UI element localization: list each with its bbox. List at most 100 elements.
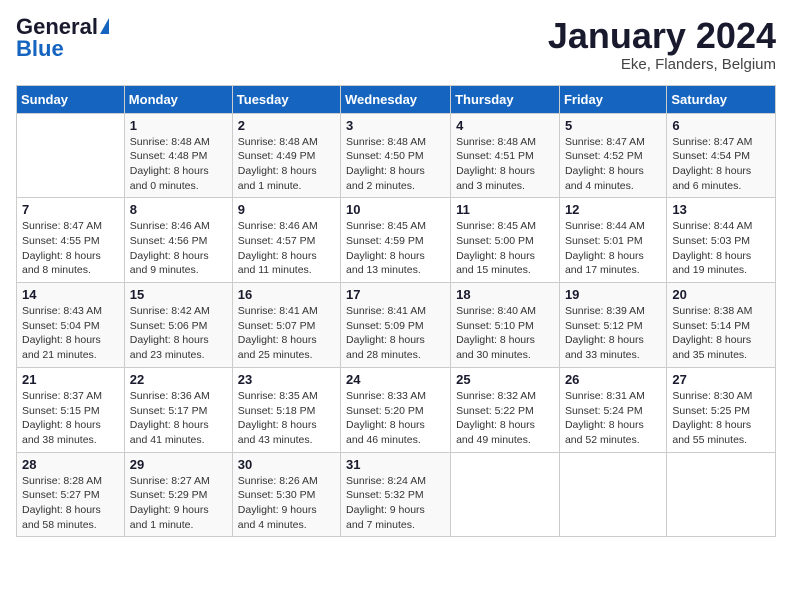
weekday-header-tuesday: Tuesday: [232, 85, 340, 113]
calendar-cell: 20 Sunrise: 8:38 AM Sunset: 5:14 PM Dayli…: [667, 283, 776, 368]
weekday-header-saturday: Saturday: [667, 85, 776, 113]
day-number: 18: [456, 287, 554, 302]
calendar-cell: 22 Sunrise: 8:36 AM Sunset: 5:17 PM Dayli…: [124, 367, 232, 452]
day-number: 13: [672, 202, 770, 217]
calendar-cell: 25 Sunrise: 8:32 AM Sunset: 5:22 PM Dayli…: [451, 367, 560, 452]
day-info: Sunrise: 8:24 AM Sunset: 5:32 PM Dayligh…: [346, 474, 445, 533]
calendar-cell: 24Sunrise: 8:33 AM Sunset: 5:20 PM Dayli…: [341, 367, 451, 452]
logo: General Blue: [16, 16, 109, 61]
day-info: Sunrise: 8:37 AM Sunset: 5:15 PM Dayligh…: [22, 389, 119, 448]
day-info: Sunrise: 8:45 AM Sunset: 4:59 PM Dayligh…: [346, 219, 445, 278]
day-info: Sunrise: 8:43 AM Sunset: 5:04 PM Dayligh…: [22, 304, 119, 363]
day-number: 9: [238, 202, 335, 217]
day-info: Sunrise: 8:35 AM Sunset: 5:18 PM Dayligh…: [238, 389, 335, 448]
logo-general-text: General: [16, 16, 98, 38]
calendar-cell: 13 Sunrise: 8:44 AM Sunset: 5:03 PM Dayli…: [667, 198, 776, 283]
day-number: 20: [672, 287, 770, 302]
calendar-week-row: 14 Sunrise: 8:43 AM Sunset: 5:04 PM Dayli…: [17, 283, 776, 368]
day-info: Sunrise: 8:47 AM Sunset: 4:55 PM Dayligh…: [22, 219, 119, 278]
day-number: 17: [346, 287, 445, 302]
calendar-cell: 19 Sunrise: 8:39 AM Sunset: 5:12 PM Dayli…: [559, 283, 666, 368]
day-info: Sunrise: 8:47 AM Sunset: 4:52 PM Dayligh…: [565, 135, 661, 194]
day-info: Sunrise: 8:32 AM Sunset: 5:22 PM Dayligh…: [456, 389, 554, 448]
day-number: 25: [456, 372, 554, 387]
day-info: Sunrise: 8:48 AM Sunset: 4:50 PM Dayligh…: [346, 135, 445, 194]
calendar-cell: 17 Sunrise: 8:41 AM Sunset: 5:09 PM Dayli…: [341, 283, 451, 368]
day-info: Sunrise: 8:40 AM Sunset: 5:10 PM Dayligh…: [456, 304, 554, 363]
calendar-cell: 2 Sunrise: 8:48 AM Sunset: 4:49 PM Daylig…: [232, 113, 340, 198]
calendar-week-row: 7Sunrise: 8:47 AM Sunset: 4:55 PM Daylig…: [17, 198, 776, 283]
weekday-header-friday: Friday: [559, 85, 666, 113]
page-header: General Blue January 2024 Eke, Flanders,…: [16, 16, 776, 73]
day-info: Sunrise: 8:47 AM Sunset: 4:54 PM Dayligh…: [672, 135, 770, 194]
weekday-header-sunday: Sunday: [17, 85, 125, 113]
day-number: 31: [346, 457, 445, 472]
day-info: Sunrise: 8:42 AM Sunset: 5:06 PM Dayligh…: [130, 304, 227, 363]
calendar-cell: [667, 452, 776, 537]
day-number: 26: [565, 372, 661, 387]
location-title: Eke, Flanders, Belgium: [548, 56, 776, 73]
day-number: 10: [346, 202, 445, 217]
calendar-cell: 8Sunrise: 8:46 AM Sunset: 4:56 PM Daylig…: [124, 198, 232, 283]
calendar-cell: 9 Sunrise: 8:46 AM Sunset: 4:57 PM Daylig…: [232, 198, 340, 283]
day-number: 8: [130, 202, 227, 217]
day-info: Sunrise: 8:38 AM Sunset: 5:14 PM Dayligh…: [672, 304, 770, 363]
calendar-cell: 15 Sunrise: 8:42 AM Sunset: 5:06 PM Dayli…: [124, 283, 232, 368]
day-number: 23: [238, 372, 335, 387]
day-info: Sunrise: 8:26 AM Sunset: 5:30 PM Dayligh…: [238, 474, 335, 533]
calendar-cell: 29 Sunrise: 8:27 AM Sunset: 5:29 PM Dayli…: [124, 452, 232, 537]
day-info: Sunrise: 8:44 AM Sunset: 5:03 PM Dayligh…: [672, 219, 770, 278]
calendar-week-row: 21Sunrise: 8:37 AM Sunset: 5:15 PM Dayli…: [17, 367, 776, 452]
calendar-cell: 11 Sunrise: 8:45 AM Sunset: 5:00 PM Dayli…: [451, 198, 560, 283]
day-number: 22: [130, 372, 227, 387]
day-number: 24: [346, 372, 445, 387]
day-number: 2: [238, 118, 335, 133]
day-number: 14: [22, 287, 119, 302]
calendar-table: SundayMondayTuesdayWednesdayThursdayFrid…: [16, 85, 776, 538]
day-number: 27: [672, 372, 770, 387]
calendar-cell: 7Sunrise: 8:47 AM Sunset: 4:55 PM Daylig…: [17, 198, 125, 283]
calendar-cell: 1Sunrise: 8:48 AM Sunset: 4:48 PM Daylig…: [124, 113, 232, 198]
day-info: Sunrise: 8:48 AM Sunset: 4:49 PM Dayligh…: [238, 135, 335, 194]
day-number: 11: [456, 202, 554, 217]
day-number: 4: [456, 118, 554, 133]
calendar-cell: 27 Sunrise: 8:30 AM Sunset: 5:25 PM Dayli…: [667, 367, 776, 452]
day-number: 12: [565, 202, 661, 217]
day-info: Sunrise: 8:41 AM Sunset: 5:07 PM Dayligh…: [238, 304, 335, 363]
day-info: Sunrise: 8:39 AM Sunset: 5:12 PM Dayligh…: [565, 304, 661, 363]
calendar-cell: 21Sunrise: 8:37 AM Sunset: 5:15 PM Dayli…: [17, 367, 125, 452]
day-info: Sunrise: 8:30 AM Sunset: 5:25 PM Dayligh…: [672, 389, 770, 448]
title-area: January 2024 Eke, Flanders, Belgium: [548, 16, 776, 73]
day-info: Sunrise: 8:28 AM Sunset: 5:27 PM Dayligh…: [22, 474, 119, 533]
day-info: Sunrise: 8:41 AM Sunset: 5:09 PM Dayligh…: [346, 304, 445, 363]
day-info: Sunrise: 8:31 AM Sunset: 5:24 PM Dayligh…: [565, 389, 661, 448]
logo-blue-text: Blue: [16, 36, 64, 61]
weekday-header-wednesday: Wednesday: [341, 85, 451, 113]
calendar-cell: 31 Sunrise: 8:24 AM Sunset: 5:32 PM Dayli…: [341, 452, 451, 537]
day-number: 15: [130, 287, 227, 302]
calendar-cell: 23 Sunrise: 8:35 AM Sunset: 5:18 PM Dayli…: [232, 367, 340, 452]
weekday-header-row: SundayMondayTuesdayWednesdayThursdayFrid…: [17, 85, 776, 113]
day-info: Sunrise: 8:36 AM Sunset: 5:17 PM Dayligh…: [130, 389, 227, 448]
day-number: 28: [22, 457, 119, 472]
calendar-week-row: 28 Sunrise: 8:28 AM Sunset: 5:27 PM Dayli…: [17, 452, 776, 537]
calendar-cell: 16 Sunrise: 8:41 AM Sunset: 5:07 PM Dayli…: [232, 283, 340, 368]
calendar-cell: 26 Sunrise: 8:31 AM Sunset: 5:24 PM Dayli…: [559, 367, 666, 452]
calendar-cell: 3Sunrise: 8:48 AM Sunset: 4:50 PM Daylig…: [341, 113, 451, 198]
day-info: Sunrise: 8:48 AM Sunset: 4:51 PM Dayligh…: [456, 135, 554, 194]
day-info: Sunrise: 8:48 AM Sunset: 4:48 PM Dayligh…: [130, 135, 227, 194]
calendar-cell: 4 Sunrise: 8:48 AM Sunset: 4:51 PM Daylig…: [451, 113, 560, 198]
calendar-cell: [559, 452, 666, 537]
logo-triangle-icon: [100, 18, 109, 34]
day-info: Sunrise: 8:44 AM Sunset: 5:01 PM Dayligh…: [565, 219, 661, 278]
day-number: 29: [130, 457, 227, 472]
weekday-header-monday: Monday: [124, 85, 232, 113]
calendar-cell: [451, 452, 560, 537]
day-info: Sunrise: 8:27 AM Sunset: 5:29 PM Dayligh…: [130, 474, 227, 533]
day-number: 5: [565, 118, 661, 133]
day-info: Sunrise: 8:46 AM Sunset: 4:57 PM Dayligh…: [238, 219, 335, 278]
day-info: Sunrise: 8:45 AM Sunset: 5:00 PM Dayligh…: [456, 219, 554, 278]
day-number: 16: [238, 287, 335, 302]
day-number: 19: [565, 287, 661, 302]
calendar-cell: 28 Sunrise: 8:28 AM Sunset: 5:27 PM Dayli…: [17, 452, 125, 537]
